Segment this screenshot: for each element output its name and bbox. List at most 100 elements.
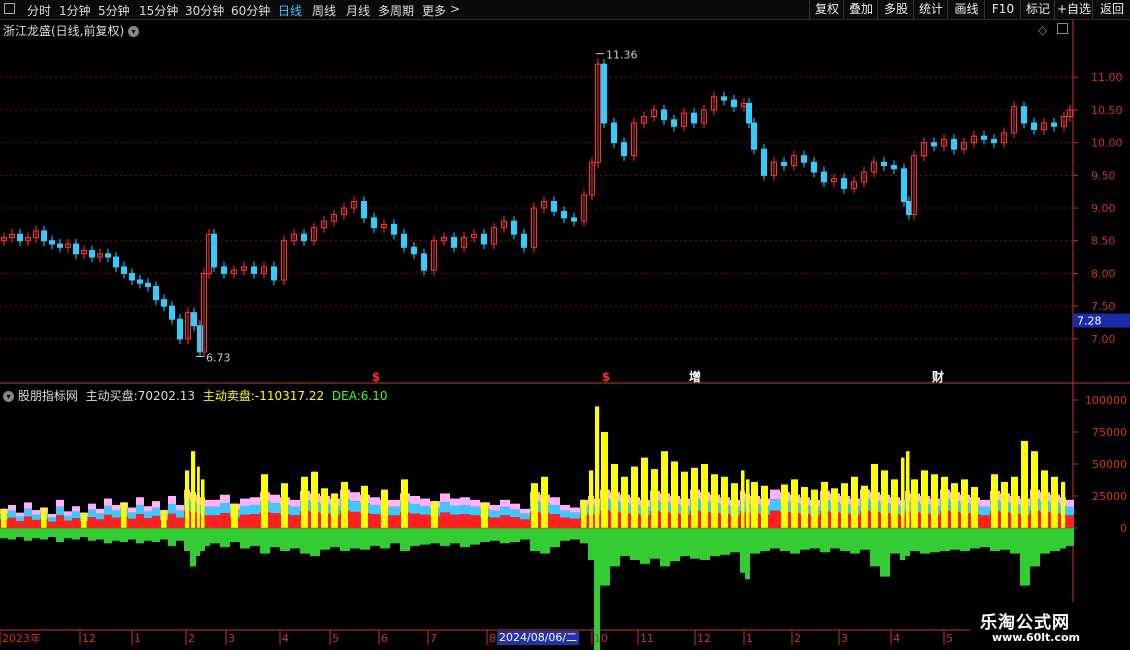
price-tick-label: 8.00 xyxy=(1091,267,1116,280)
volume-bar-segment xyxy=(630,514,640,528)
volume-bar-segment xyxy=(300,500,310,512)
candle-body xyxy=(221,266,227,274)
candle-body xyxy=(197,325,203,353)
toolbar-button-1[interactable]: 叠加 xyxy=(843,0,878,19)
volume-bar-segment xyxy=(580,515,588,528)
volume-bar-segment xyxy=(560,510,570,518)
candle-body xyxy=(841,178,847,189)
volume-bar-segment xyxy=(540,494,550,504)
candle-body xyxy=(701,109,707,124)
sell-volume-bar xyxy=(96,528,104,540)
volume-bar-segment xyxy=(860,510,870,528)
candle-body xyxy=(771,161,777,176)
more-chevron-icon[interactable]: > xyxy=(450,2,460,16)
toolbar-button-2[interactable]: 多股 xyxy=(877,0,914,19)
volume-bar-segment xyxy=(450,505,460,515)
buy-volume-bar xyxy=(731,483,738,528)
window-icon[interactable] xyxy=(4,3,15,14)
candle-body xyxy=(901,168,907,203)
volume-bar-segment xyxy=(8,504,16,511)
period-tab-0[interactable]: 分时 xyxy=(27,2,51,19)
candle-body xyxy=(691,112,697,124)
volume-bar-segment xyxy=(56,506,64,516)
toolbar-button-0[interactable]: 复权 xyxy=(809,0,844,19)
buy-volume-bar xyxy=(811,489,818,528)
candle-body xyxy=(371,217,377,229)
volume-bar-segment xyxy=(745,512,750,528)
maximize-icon[interactable] xyxy=(1057,23,1069,34)
toolbar-button-3[interactable]: 统计 xyxy=(913,0,948,19)
period-tab-1[interactable]: 1分钟 xyxy=(59,2,91,19)
volume-bar-segment xyxy=(470,506,480,516)
volume-bar-segment xyxy=(440,502,450,513)
volume-bar-segment xyxy=(56,515,64,528)
volume-bar-segment xyxy=(910,512,920,528)
diamond-icon[interactable]: ◇ xyxy=(1038,23,1047,37)
period-tab-2[interactable]: 5分钟 xyxy=(98,2,130,19)
event-marker: 增 xyxy=(689,369,701,384)
sell-volume-bar xyxy=(420,528,430,545)
time-tick-label: 12 xyxy=(697,632,711,645)
toolbar-button-6[interactable]: 标记 xyxy=(1020,0,1055,19)
toolbar-button-5[interactable]: F10 xyxy=(984,0,1021,19)
candle-body xyxy=(1021,106,1027,124)
sell-volume-bar xyxy=(184,528,190,552)
sell-volume-bar xyxy=(610,528,620,567)
volume-bar-segment xyxy=(430,515,440,528)
volume-bar-segment xyxy=(450,514,460,528)
volume-bar-segment xyxy=(480,502,490,509)
volume-bar-segment xyxy=(160,514,168,520)
candle-body xyxy=(161,299,167,307)
volume-bar-segment xyxy=(390,506,400,516)
volume-bar-segment xyxy=(330,498,340,506)
volume-bar-segment xyxy=(570,507,580,513)
volume-bar-segment xyxy=(770,510,780,528)
volume-bar-segment xyxy=(950,492,960,502)
buy-volume-bar xyxy=(589,470,594,528)
sell-volume-bar xyxy=(168,528,176,546)
sell-volume-bar xyxy=(230,528,240,543)
volume-bar-segment xyxy=(1010,513,1020,528)
period-tab-3[interactable]: 15分钟 xyxy=(139,2,178,19)
volume-bar-segment xyxy=(136,504,144,515)
volume-bar-segment xyxy=(850,505,860,515)
buy-volume-bar xyxy=(281,483,288,528)
candle-body xyxy=(97,253,103,258)
volume-bar-segment xyxy=(710,494,720,504)
period-tab-10[interactable]: 更多 xyxy=(422,2,446,19)
stock-chart[interactable]: 11.00 10.50 10.00 9.50 9.00 8.50 8.00 7.50 7.00 1… xyxy=(0,0,1130,650)
volume-bar-segment xyxy=(128,507,136,513)
buy-volume-bar xyxy=(185,470,190,528)
toolbar-button-7[interactable]: +自选 xyxy=(1054,0,1093,19)
volume-bar-segment xyxy=(320,504,330,514)
sell-volume-bar xyxy=(540,528,550,554)
sell-volume-bar xyxy=(480,528,490,543)
volume-bar-segment xyxy=(530,511,540,528)
candle-body xyxy=(361,201,367,219)
volume-bar-segment xyxy=(930,498,940,506)
period-tab-5[interactable]: 60分钟 xyxy=(231,2,270,19)
sell-volume-bar xyxy=(300,528,310,554)
volume-bar-segment xyxy=(360,494,370,504)
period-tab-8[interactable]: 月线 xyxy=(346,2,370,19)
period-tab-4[interactable]: 30分钟 xyxy=(185,2,224,19)
indicator-dropdown-icon[interactable]: ▾ xyxy=(3,391,14,402)
toolbar-button-4[interactable]: 画线 xyxy=(947,0,985,19)
volume-bar-segment xyxy=(980,506,990,516)
candle-body xyxy=(681,112,687,127)
candle-body xyxy=(451,236,457,248)
buy-volume-bar xyxy=(991,474,998,528)
sell-volume-bar xyxy=(620,528,630,557)
toolbar-button-8[interactable]: 返回 xyxy=(1092,0,1130,19)
title-dropdown-icon[interactable]: ▾ xyxy=(128,26,140,37)
volume-bar-segment xyxy=(900,499,905,507)
volume-bar-segment xyxy=(40,507,48,513)
period-tab-6[interactable]: 日线 xyxy=(278,2,302,19)
volume-bar-segment xyxy=(190,501,196,512)
sell-volume-bar xyxy=(1050,528,1060,552)
period-tab-9[interactable]: 多周期 xyxy=(378,2,414,19)
candle-body xyxy=(73,243,79,255)
period-tab-7[interactable]: 周线 xyxy=(312,2,336,19)
volume-bar-segment xyxy=(670,513,680,528)
volume-bar-segment xyxy=(152,515,160,528)
